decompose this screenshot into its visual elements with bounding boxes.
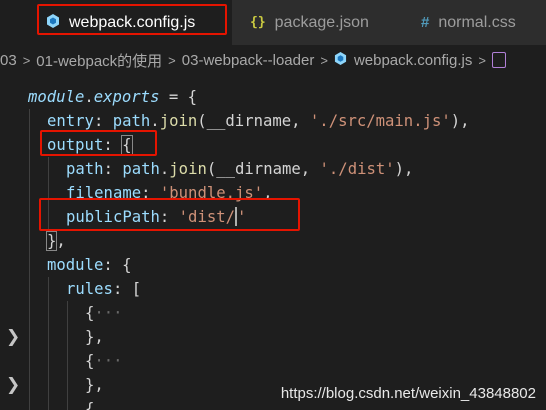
breadcrumb: 03 > 01-webpack的使用 > 03-webpack--loader … (0, 45, 546, 75)
breadcrumb-item[interactable]: 03 (0, 52, 17, 69)
output-highlight-box (40, 130, 157, 156)
publicpath-highlight-box (39, 198, 300, 231)
code-editor[interactable]: module.exports = { entry: path.join(__di… (0, 75, 546, 410)
tab-highlight-box (37, 4, 227, 35)
tab-package-json[interactable]: {} package.json (232, 0, 407, 45)
chevron-right-icon: > (168, 52, 176, 68)
tab-label: package.json (274, 13, 369, 31)
code-line: module: { (47, 256, 132, 274)
breadcrumb-symbol-icon (491, 52, 506, 68)
breadcrumb-item[interactable]: 01-webpack的使用 (36, 50, 162, 71)
chevron-right-icon: > (320, 52, 328, 68)
breadcrumb-item[interactable]: 03-webpack--loader (182, 52, 315, 69)
code-line: }, (45, 231, 66, 251)
json-braces-icon: {} (250, 15, 266, 30)
watermark-text: https://blog.csdn.net/weixin_43848802 (280, 385, 536, 402)
code-line: module.exports = { (28, 88, 198, 106)
chevron-right-icon: > (22, 52, 31, 68)
tab-label: normal.css (438, 13, 516, 31)
breadcrumb-item[interactable]: webpack.config.js (354, 52, 472, 69)
webpack-cube-icon (334, 52, 347, 68)
code-line: }, (85, 328, 104, 346)
code-line: ❯ {··· (6, 352, 123, 395)
css-hash-icon: # (421, 14, 430, 31)
code-line: path: path.join(__dirname, './dist'), (66, 160, 414, 178)
chevron-right-icon: > (478, 52, 486, 68)
tab-normal-css[interactable]: # normal.css (407, 0, 546, 45)
code-line: ❯ {··· (6, 304, 123, 347)
code-line: rules: [ (66, 280, 142, 298)
